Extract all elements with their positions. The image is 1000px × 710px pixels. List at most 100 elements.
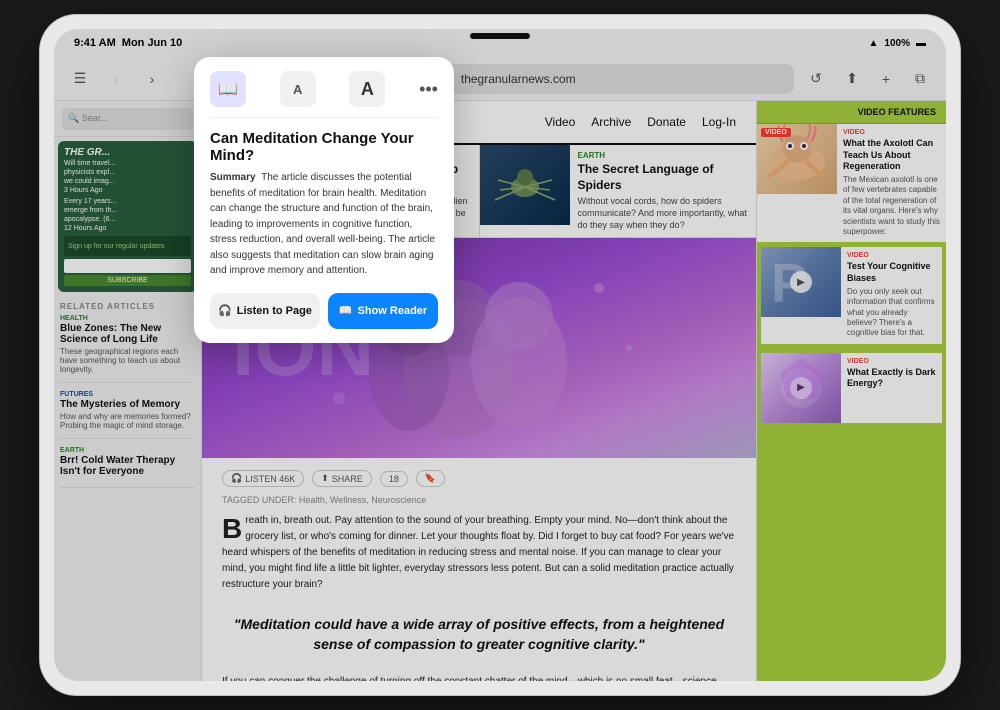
video-info-0: VIDEO What the Axolotl Can Teach Us Abou… xyxy=(837,124,946,242)
article-paragraph-2: If you can conquer the challenge of turn… xyxy=(222,674,736,681)
video-section-divider-1: ▶ P VIDEO Test Your Cognitive Biases Do … xyxy=(757,243,946,348)
share-action[interactable]: ⬆ SHARE xyxy=(312,470,372,487)
drop-cap-b: B xyxy=(222,517,242,541)
video-thumb-0: VIDEO xyxy=(757,124,837,194)
related-title-1: The Mysteries of Memory xyxy=(60,399,195,410)
ipad-screen: 9:41 AM Mon Jun 10 ▲ 100% ▬ ☰ ‹ › 📄 🔒 th… xyxy=(54,29,946,681)
related-tag-2: EARTH xyxy=(60,447,195,454)
related-desc-1: How and why are memories formed? Probing… xyxy=(60,412,195,430)
video-thumb-1: ▶ P xyxy=(761,247,841,317)
comment-count: 18 xyxy=(389,474,399,484)
popup-summary-text: Summary The article discusses the potent… xyxy=(210,170,438,279)
battery-icon: ▬ xyxy=(916,38,926,49)
video-card-0[interactable]: VIDEO VIDEO What the Axolotl Can Teach U… xyxy=(757,124,946,242)
article-tags: TAGGED UNDER: Health, Wellness, Neurosci… xyxy=(222,495,736,505)
nav-login[interactable]: Log-In xyxy=(702,115,736,129)
pull-quote: "Meditation could have a wide array of p… xyxy=(222,603,736,666)
share-button[interactable]: ⬆ xyxy=(838,65,866,93)
reader-icon: 📖 xyxy=(218,79,238,99)
share-icon: ⬆ xyxy=(321,473,329,484)
reload-button[interactable]: ↺ xyxy=(802,65,830,93)
featured-text-1: EARTH The Secret Language of Spiders Wit… xyxy=(570,145,757,237)
reader-popup: 📖 A A ••• Can Meditation Change Your Min… xyxy=(194,57,454,343)
popup-article-title: Can Meditation Change Your Mind? xyxy=(210,130,438,164)
related-title-0: Blue Zones: The New Science of Long Life xyxy=(60,323,195,345)
featured-desc-1: Without vocal cords, how do spiders comm… xyxy=(578,196,749,231)
sidebar-toolbar: 🔍 Sear... xyxy=(54,101,201,137)
sidebar-related-section: RELATED ARTICLES HEALTH Blue Zones: The … xyxy=(54,296,201,502)
listen-btn-label: Listen to Page xyxy=(237,305,312,317)
more-icon: ••• xyxy=(419,79,438,99)
sidebar-toggle-button[interactable]: ☰ xyxy=(66,65,94,93)
bookmark-action[interactable]: 🔖 xyxy=(416,470,445,487)
video-desc-0: The Mexican axolotl is one of few verteb… xyxy=(843,175,940,237)
date-display: Mon Jun 10 xyxy=(122,37,183,49)
related-article-1[interactable]: FUTURES The Mysteries of Memory How and … xyxy=(60,391,195,439)
video-card-2[interactable]: ▶ VIDEO What Exactly is Dark Energy? xyxy=(761,353,942,423)
listen-action[interactable]: 🎧 LISTEN 46K xyxy=(222,470,304,487)
share-label: SHARE xyxy=(332,474,363,484)
video-section-divider-2: ▶ VIDEO What Exactly is Dark Energy? xyxy=(757,349,946,428)
video-desc-1: Do you only seek out information that co… xyxy=(847,287,936,339)
video-info-1: VIDEO Test Your Cognitive Biases Do you … xyxy=(841,247,942,343)
related-title-2: Brr! Cold Water Therapy Isn't for Everyo… xyxy=(60,455,195,477)
video-label-1: VIDEO xyxy=(847,252,936,259)
popup-summary-label: Summary xyxy=(210,172,256,183)
svg-text:P: P xyxy=(771,252,808,314)
site-nav: Video Archive Donate Log-In xyxy=(545,115,736,129)
article-paragraph-1: B reath in, breath out. Pay attention to… xyxy=(222,513,736,593)
sidebar-promo: THE GR... Will time travel... physicists… xyxy=(58,141,197,292)
popup-summary-content: The article discusses the potential bene… xyxy=(210,172,435,276)
video-card-1[interactable]: ▶ P VIDEO Test Your Cognitive Biases Do … xyxy=(761,247,942,343)
font-small-button[interactable]: A xyxy=(280,71,316,107)
reader-btn-icon: 📖 xyxy=(339,304,353,317)
related-article-0[interactable]: HEALTH Blue Zones: The New Science of Lo… xyxy=(60,315,195,383)
article-body-text-1: reath in, breath out. Pay attention to t… xyxy=(222,515,734,590)
url-display: thegranularnews.com xyxy=(461,72,576,86)
video-label-2: VIDEO xyxy=(847,358,936,365)
battery-display: 100% xyxy=(884,38,910,49)
video-title-2: What Exactly is Dark Energy? xyxy=(847,367,936,390)
related-desc-0: These geographical regions each have som… xyxy=(60,347,195,374)
popup-toolbar: 📖 A A ••• xyxy=(210,71,438,118)
featured-title-1: The Secret Language of Spiders xyxy=(578,162,749,193)
related-tag-1: FUTURES xyxy=(60,391,195,398)
time-display: 9:41 AM xyxy=(74,37,116,49)
video-label-tag-0: VIDEO xyxy=(761,128,791,137)
back-button[interactable]: ‹ xyxy=(102,65,130,93)
related-articles-header: RELATED ARTICLES xyxy=(60,302,195,311)
nav-donate[interactable]: Donate xyxy=(647,115,686,129)
font-large-label: A xyxy=(361,79,374,100)
comment-action[interactable]: 18 xyxy=(380,471,408,487)
font-large-button[interactable]: A xyxy=(349,71,385,107)
more-options-button[interactable]: ••• xyxy=(419,79,438,100)
listen-label: LISTEN 46K xyxy=(245,474,295,484)
reader-btn-label: Show Reader xyxy=(358,305,428,317)
add-tab-button[interactable]: + xyxy=(872,65,900,93)
video-info-2: VIDEO What Exactly is Dark Energy? xyxy=(841,353,942,423)
video-features-header: VIDEO FEATURES xyxy=(757,101,946,124)
ipad-frame: 9:41 AM Mon Jun 10 ▲ 100% ▬ ☰ ‹ › 📄 🔒 th… xyxy=(40,15,960,695)
reader-icon-button[interactable]: 📖 xyxy=(210,71,246,107)
forward-button[interactable]: › xyxy=(138,65,166,93)
featured-tag-1: EARTH xyxy=(578,151,749,160)
tabs-button[interactable]: ⧉ xyxy=(906,65,934,93)
nav-archive[interactable]: Archive xyxy=(591,115,631,129)
sidebar-search-field[interactable]: 🔍 Sear... xyxy=(62,108,193,130)
related-article-2[interactable]: EARTH Brr! Cold Water Therapy Isn't for … xyxy=(60,447,195,488)
left-sidebar: 🔍 Sear... THE GR... Will time travel... … xyxy=(54,101,202,681)
wifi-icon: ▲ xyxy=(869,38,879,49)
video-title-1: Test Your Cognitive Biases xyxy=(847,261,936,284)
nav-video[interactable]: Video xyxy=(545,115,575,129)
featured-article-1[interactable]: EARTH The Secret Language of Spiders Wit… xyxy=(480,145,757,237)
popup-action-buttons: 🎧 Listen to Page 📖 Show Reader xyxy=(210,293,438,329)
headphone-icon: 🎧 xyxy=(231,473,242,484)
browser-chrome: ☰ ‹ › 📄 🔒 thegranularnews.com ↺ ⬆ + ⧉ xyxy=(54,57,946,101)
font-small-label: A xyxy=(293,82,302,97)
article-actions-bar: 🎧 LISTEN 46K ⬆ SHARE 18 🔖 xyxy=(222,470,736,487)
featured-thumb-1 xyxy=(480,145,570,225)
listen-to-page-button[interactable]: 🎧 Listen to Page xyxy=(210,293,320,329)
article-body: 🎧 LISTEN 46K ⬆ SHARE 18 🔖 TAGGED UNDER: … xyxy=(202,458,756,681)
status-bar: 9:41 AM Mon Jun 10 ▲ 100% ▬ xyxy=(54,29,946,57)
show-reader-button[interactable]: 📖 Show Reader xyxy=(328,293,438,329)
